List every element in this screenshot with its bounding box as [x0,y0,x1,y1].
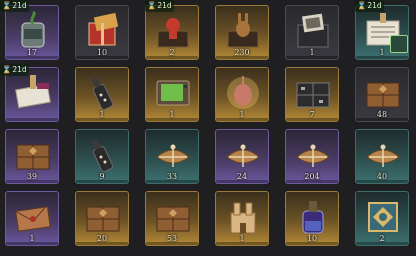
expiry-timer: ⌛21d [0,64,29,76]
inventory-slot[interactable]: 230 [215,5,269,60]
item-count: 9 [99,172,105,181]
photo-album-box-icon [293,11,333,49]
item-count: 1 [239,110,245,119]
tied-parcel-icon [293,135,333,173]
bottle-icon [83,73,123,111]
expiry-timer: ⌛21d [0,0,29,12]
equipped-badge-icon [390,35,408,53]
item-count: 2 [379,234,385,243]
potion-bottle-icon [293,197,333,235]
timer-label: 21d [367,1,382,10]
inventory-grid: 17 ⌛21d 10 2 ⌛21d 230 1 1 ⌛21d ⌛21d 1 1 1 7 48 39 9 33 24 2… [0,0,416,256]
inventory-slot[interactable]: 1 [215,191,269,246]
red-gift-box-icon [83,11,123,49]
inventory-slot[interactable]: 48 [355,67,409,122]
item-count: 17 [26,48,38,57]
item-count: 33 [166,172,178,181]
item-count: 1 [99,110,105,119]
expiry-timer: ⌛21d [145,0,174,12]
inventory-slot[interactable]: 1 [75,67,129,122]
wooden-crate-icon [83,197,123,235]
inventory-slot[interactable]: 2 [355,191,409,246]
item-count: 20 [96,234,108,243]
wooden-crate-icon [13,135,53,173]
inventory-slot[interactable]: 7 [285,67,339,122]
inventory-slot[interactable]: 1 [145,67,199,122]
item-count: 204 [304,172,320,181]
sand-castle-icon [223,197,263,235]
item-count: 53 [166,234,178,243]
item-count: 7 [309,110,315,119]
bottle-icon [83,135,123,173]
timer-label: 21d [12,1,27,10]
item-count: 39 [26,172,38,181]
item-count: 230 [234,48,250,57]
inventory-slot[interactable]: 1 [5,191,59,246]
inventory-slot[interactable]: 204 [285,129,339,184]
red-toy-in-box-icon [153,11,193,49]
tied-parcel-icon [363,135,403,173]
item-count: 1 [29,234,35,243]
brown-rabbit-in-box-icon [223,11,263,49]
inventory-slot[interactable]: 1 [285,5,339,60]
inventory-slot[interactable]: 53 [145,191,199,246]
envelope-icon [13,197,53,235]
item-count: 10 [306,234,318,243]
hourglass-icon: ⌛ [2,1,12,10]
inventory-slot[interactable]: 33 [145,129,199,184]
inventory-slot[interactable]: 9 [75,129,129,184]
item-count: 10 [96,48,108,57]
inventory-slot[interactable]: 24 [215,129,269,184]
item-count: 1 [309,48,315,57]
item-count: 48 [376,110,388,119]
item-count: 2 [169,48,175,57]
ornate-tile-icon [363,197,403,235]
hourglass-icon: ⌛ [2,65,12,74]
hourglass-icon: ⌛ [357,1,367,10]
item-count: 1 [169,110,175,119]
wooden-crate-icon [363,73,403,111]
inventory-slot[interactable]: 17 [5,5,59,60]
item-count: 24 [236,172,248,181]
inventory-slot[interactable]: 40 [355,129,409,184]
glowing-onion-icon [223,73,263,111]
tied-parcel-icon [223,135,263,173]
inventory-slot[interactable]: 20 [75,191,129,246]
jar-with-plant-icon [13,11,53,49]
inventory-slot[interactable]: 10 [285,191,339,246]
timer-label: 21d [157,1,172,10]
hourglass-icon: ⌛ [147,1,157,10]
item-count: 40 [376,172,388,181]
inventory-slot[interactable]: 10 [75,5,129,60]
timer-label: 21d [12,65,27,74]
inventory-slot[interactable]: 2 [145,5,199,60]
inventory-slot[interactable]: 39 [5,129,59,184]
expiry-timer: ⌛21d [355,0,384,12]
inventory-slot[interactable]: 1 [215,67,269,122]
tied-parcel-icon [153,135,193,173]
wrapped-manuscript-icon [13,73,53,111]
wooden-crate-icon [153,197,193,235]
black-cargo-crate-icon [293,73,333,111]
green-tv-icon [153,73,193,111]
item-count: 1 [239,234,245,243]
